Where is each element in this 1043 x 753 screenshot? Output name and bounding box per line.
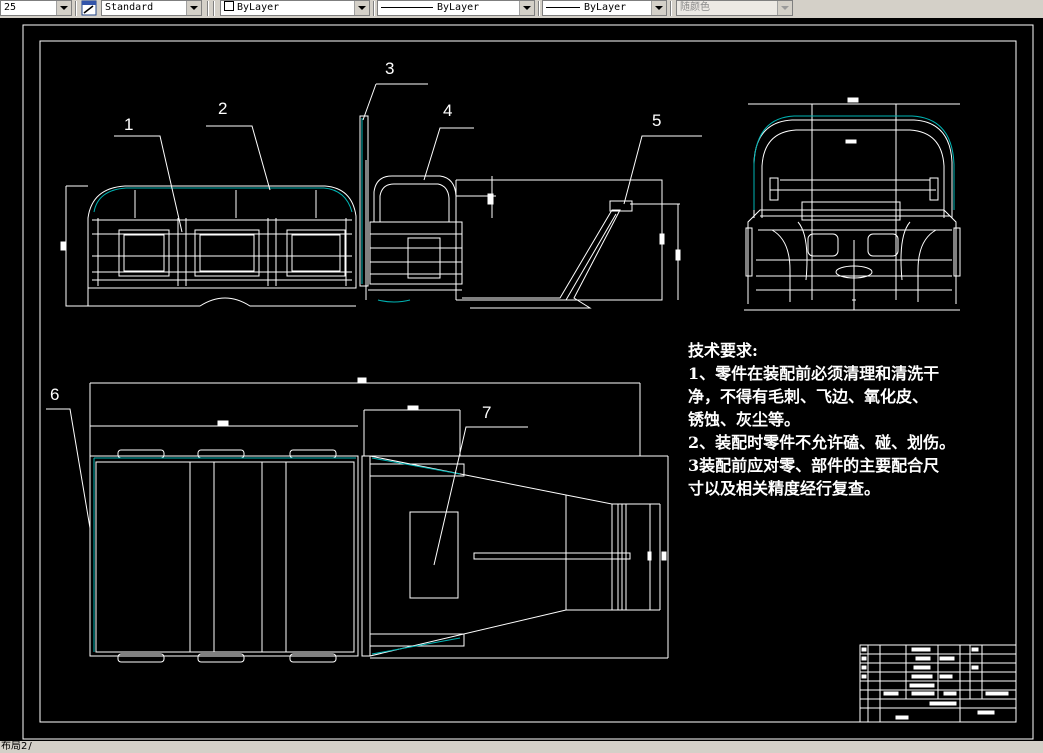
text-style-icon[interactable] xyxy=(81,0,97,16)
chevron-down-icon[interactable] xyxy=(651,1,666,15)
text-style-value: Standard xyxy=(105,2,154,13)
note-line: 净，不得有毛刺、飞边、氧化皮、 xyxy=(688,387,928,406)
toolbar-separator xyxy=(213,1,215,16)
drawing-canvas[interactable]: 1 2 3 4 5 6 7 技术要求: 1、零件在装配前必须清理和清洗干 净，不… xyxy=(0,18,1043,741)
callout-7: 7 xyxy=(482,403,491,422)
toolbar-separator xyxy=(538,1,540,16)
properties-toolbar: 25 Standard ByLayer ByLayer ByLayer 随颜色 xyxy=(0,0,1043,19)
note-line: 锈蚀、灰尘等。 xyxy=(688,410,800,429)
callout-4: 4 xyxy=(443,101,452,120)
note-line: 1、零件在装配前必须清理和清洗干 xyxy=(688,364,939,383)
line-sample-icon xyxy=(546,6,580,8)
color-combo[interactable]: ByLayer xyxy=(220,0,370,16)
layout-tab-bar: 布局2/ xyxy=(0,741,1043,753)
note-line: 3装配前应对零、部件的主要配合尺 xyxy=(688,456,939,475)
layer-value: ByLayer xyxy=(237,2,280,13)
toolbar-separator xyxy=(373,1,375,16)
callout-2: 2 xyxy=(218,99,227,118)
chevron-down-icon[interactable] xyxy=(186,1,201,15)
chevron-down-icon[interactable] xyxy=(354,1,369,15)
note-line: 2、装配时零件不允许磕、碰、划伤。 xyxy=(688,433,955,452)
callout-5: 5 xyxy=(652,111,661,130)
toolbar-separator xyxy=(75,1,77,16)
scale-combo[interactable]: 25 xyxy=(0,0,72,16)
chevron-down-icon xyxy=(777,1,792,15)
plotstyle-combo: 随颜色 xyxy=(676,0,793,16)
linetype-combo[interactable]: ByLayer xyxy=(377,0,535,16)
callout-3: 3 xyxy=(385,59,394,78)
notes-title: 技术要求: xyxy=(688,341,758,360)
note-line: 寸以及相关精度经行复查。 xyxy=(688,479,880,498)
tab-divider: / xyxy=(28,741,32,752)
layout-tab[interactable]: 布局2 xyxy=(0,741,27,752)
callout-1: 1 xyxy=(124,115,133,134)
linetype-value: ByLayer xyxy=(437,2,480,13)
toolbar-separator xyxy=(670,1,672,16)
lineweight-value: ByLayer xyxy=(584,2,627,13)
text-style-combo[interactable]: Standard xyxy=(101,0,202,16)
line-sample-icon xyxy=(381,6,433,8)
lineweight-combo[interactable]: ByLayer xyxy=(542,0,667,16)
chevron-down-icon[interactable] xyxy=(519,1,534,15)
chevron-down-icon[interactable] xyxy=(56,1,71,15)
color-swatch-icon xyxy=(224,1,234,11)
callout-6: 6 xyxy=(50,385,59,404)
scale-value: 25 xyxy=(4,2,17,13)
toolbar-separator xyxy=(207,1,209,16)
plotstyle-value: 随颜色 xyxy=(680,2,710,13)
